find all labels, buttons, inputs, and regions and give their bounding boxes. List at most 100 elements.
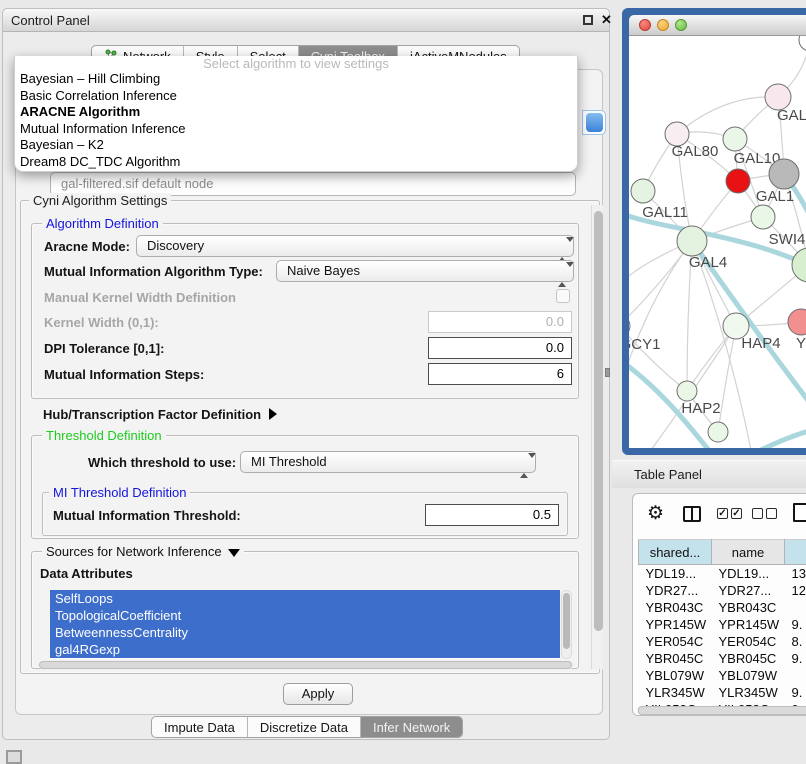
- algorithm-option[interactable]: Bayesian – Hill Climbing: [15, 71, 577, 88]
- network-node[interactable]: [726, 169, 750, 193]
- split-pane-grip[interactable]: [605, 368, 610, 377]
- network-node-gal1[interactable]: [751, 205, 775, 229]
- threshold-definition-title: Threshold Definition: [42, 428, 166, 443]
- control-panel-titlebar[interactable]: Control Panel ✕: [3, 9, 609, 32]
- table-cell: 8.: [785, 633, 806, 650]
- node-label: HAP4: [741, 335, 780, 352]
- network-node[interactable]: [799, 36, 806, 51]
- scrollbar-thumb[interactable]: [563, 593, 570, 649]
- table-panel-titlebar[interactable]: Table Panel: [612, 460, 806, 488]
- attribute-item[interactable]: gal4RGexp: [50, 641, 560, 658]
- algorithm-dropdown-popup: Select algorithm to view settings Bayesi…: [14, 56, 578, 172]
- apply-button[interactable]: Apply: [283, 683, 353, 705]
- tab-discretize-data[interactable]: Discretize Data: [248, 717, 361, 737]
- network-node-gal4[interactable]: [677, 226, 707, 256]
- zoom-traffic-icon[interactable]: [675, 19, 687, 31]
- mi-steps-field[interactable]: 6: [428, 363, 572, 385]
- node-label: GAL: [777, 107, 806, 124]
- node-label: GCY1: [629, 336, 660, 353]
- data-attributes-list[interactable]: SelfLoopsTopologicalCoefficientBetweenne…: [50, 590, 560, 659]
- column-header[interactable]: name: [712, 540, 785, 565]
- gear-icon[interactable]: ⚙: [647, 504, 664, 523]
- close-traffic-icon[interactable]: [639, 19, 651, 31]
- table-row[interactable]: YER054CYER054C8.: [639, 633, 806, 650]
- scrollbar-thumb[interactable]: [638, 706, 806, 715]
- table-cell: 9.: [785, 684, 806, 701]
- network-node[interactable]: [769, 159, 799, 189]
- attributes-horizontal-scrollbar[interactable]: [38, 661, 574, 669]
- mi-algorithm-type-combobox[interactable]: Naive Bayes: [276, 260, 574, 282]
- algorithm-option[interactable]: Basic Correlation Inference: [15, 88, 577, 105]
- scrollbar-thumb[interactable]: [594, 211, 603, 631]
- minimize-traffic-icon[interactable]: [657, 19, 669, 31]
- attribute-item[interactable]: BetweennessCentrality: [50, 624, 560, 641]
- algorithm-option[interactable]: Mutual Information Inference: [15, 121, 577, 138]
- node-label: SWI4: [769, 231, 806, 248]
- tab-impute-data[interactable]: Impute Data: [152, 717, 248, 737]
- network-node-gal10[interactable]: [723, 127, 747, 151]
- hub-definition-label: Hub/Transcription Factor Definition: [43, 407, 261, 422]
- split-panel-icon[interactable]: [683, 506, 701, 522]
- network-canvas[interactable]: GALGAL80GAL10GAL1GAL11SWI4GAL4GCY1HAP4YH…: [629, 36, 806, 448]
- attribute-item[interactable]: TopologicalCoefficient: [50, 607, 560, 624]
- kernel-width-field[interactable]: 0.0: [428, 311, 572, 333]
- network-node-gal11[interactable]: [631, 179, 655, 203]
- column-header[interactable]: shared...: [639, 540, 712, 565]
- network-node-y[interactable]: [788, 309, 806, 335]
- dpi-tolerance-field[interactable]: 0.0: [428, 337, 572, 359]
- table-row[interactable]: YDL19...YDL19...13: [639, 565, 806, 582]
- aracne-mode-combobox[interactable]: Discovery: [136, 235, 574, 257]
- table-cell: YDR27...: [639, 582, 712, 599]
- close-icon[interactable]: ✕: [601, 12, 612, 28]
- table-row[interactable]: YDR27...YDR27...12: [639, 582, 806, 599]
- document-icon[interactable]: [793, 503, 806, 522]
- table-header-row[interactable]: shared...nameA: [639, 540, 806, 565]
- table-cell: YBL079W: [712, 667, 785, 684]
- algorithm-option[interactable]: Bayesian – K2: [15, 137, 577, 154]
- cyni-algorithm-settings-group: Cyni Algorithm Settings Algorithm Defini…: [20, 200, 600, 674]
- table-row[interactable]: YBR045CYBR045C9.: [639, 650, 806, 667]
- sources-group-title[interactable]: Sources for Network Inference: [42, 544, 244, 559]
- attributes-vertical-scrollbar[interactable]: [561, 590, 572, 659]
- mi-threshold-field[interactable]: 0.5: [425, 504, 559, 526]
- scrollbar-thumb[interactable]: [39, 661, 572, 669]
- algorithm-option[interactable]: ARACNE Algorithm: [15, 104, 577, 121]
- table-cell: YDR27...: [712, 582, 785, 599]
- which-threshold-combobox[interactable]: MI Threshold: [240, 451, 536, 473]
- table-horizontal-scrollbar[interactable]: [637, 706, 806, 715]
- network-svg[interactable]: GALGAL80GAL10GAL1GAL11SWI4GAL4GCY1HAP4YH…: [629, 36, 806, 448]
- table-row[interactable]: YPR145WYPR145W9.: [639, 616, 806, 633]
- manual-kernel-width-checkbox[interactable]: [556, 289, 570, 303]
- select-all-icon[interactable]: ✓✓: [717, 508, 742, 519]
- node-label: GAL11: [642, 204, 688, 221]
- attribute-item[interactable]: SelfLoops: [50, 590, 560, 607]
- network-node-gcy1[interactable]: [629, 315, 630, 337]
- settings-group-title: Cyni Algorithm Settings: [29, 193, 171, 208]
- float-window-icon[interactable]: [583, 15, 593, 25]
- network-node-hap2[interactable]: [677, 381, 697, 401]
- network-edge: [677, 97, 778, 134]
- table-cell: [785, 667, 806, 684]
- tab-infer-network[interactable]: Infer Network: [361, 717, 462, 737]
- settings-vertical-scrollbar[interactable]: [591, 205, 603, 669]
- table-row[interactable]: YBR043CYBR043C: [639, 599, 806, 616]
- table-row[interactable]: YLR345WYLR345W9.: [639, 684, 806, 701]
- column-header[interactable]: A: [785, 540, 806, 565]
- which-threshold-value: MI Threshold: [251, 454, 327, 469]
- table-row[interactable]: YBL079WYBL079W: [639, 667, 806, 684]
- network-window-titlebar[interactable]: [629, 15, 806, 36]
- control-panel-title: Control Panel: [11, 13, 90, 28]
- hub-definition-section[interactable]: Hub/Transcription Factor Definition: [43, 407, 277, 422]
- algorithm-option[interactable]: Dream8 DC_TDC Algorithm: [15, 154, 577, 171]
- algorithm-definition-title: Algorithm Definition: [42, 216, 163, 231]
- table-cell: YBL079W: [639, 667, 712, 684]
- inference-algorithm-combobox[interactable]: [582, 110, 606, 135]
- manual-kernel-width-label: Manual Kernel Width Definition: [44, 290, 236, 305]
- dpi-tolerance-label: DPI Tolerance [0,1]:: [44, 341, 164, 356]
- node-table[interactable]: shared...nameA YDL19...YDL19...13YDR27..…: [638, 539, 806, 716]
- sources-title-text: Sources for Network Inference: [46, 544, 222, 559]
- data-attributes-label: Data Attributes: [40, 566, 133, 581]
- network-node[interactable]: [708, 422, 728, 442]
- deselect-all-icon[interactable]: [752, 508, 777, 519]
- table-panel-title: Table Panel: [634, 467, 702, 482]
